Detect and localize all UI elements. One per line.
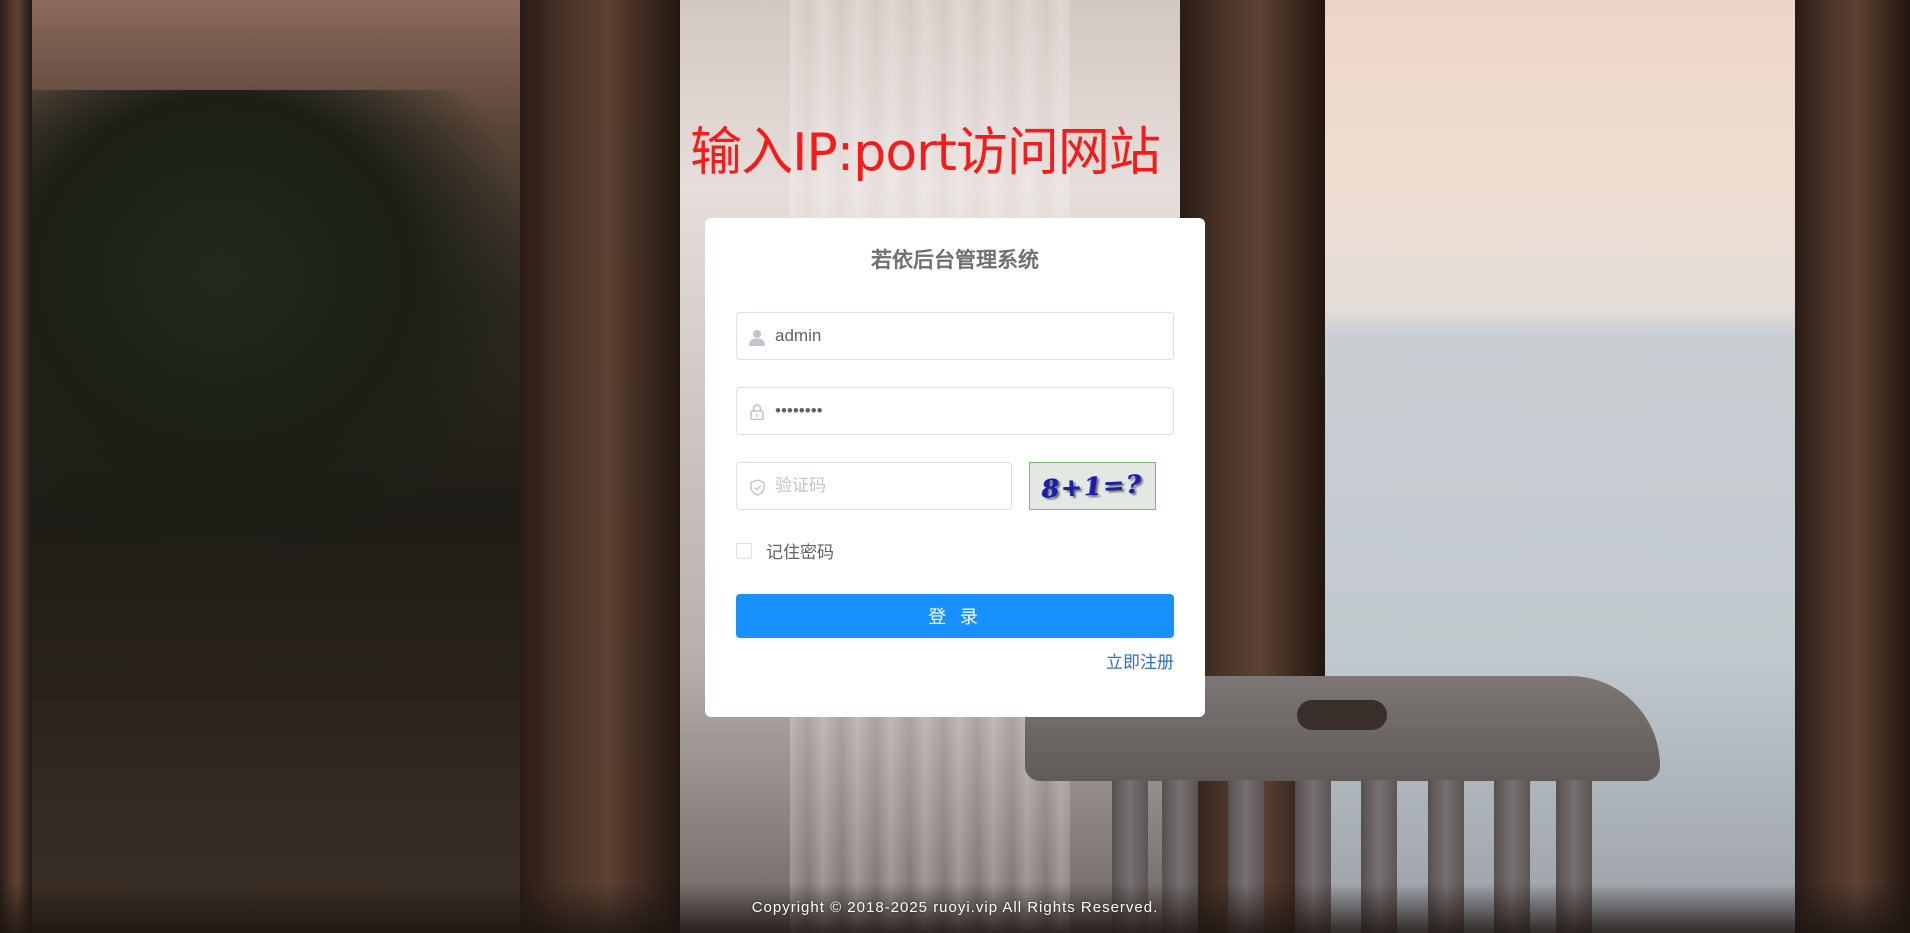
register-link[interactable]: 立即注册 [1106, 648, 1174, 673]
user-icon [747, 327, 767, 347]
captcha-input[interactable] [775, 463, 1001, 509]
username-field [736, 312, 1174, 360]
captcha-field [736, 462, 1012, 510]
remember-label: 记住密码 [766, 543, 834, 563]
bg-chair-handle [1297, 700, 1387, 730]
remember-password[interactable]: 记住密码 [736, 538, 834, 563]
login-form: 若依后台管理系统 admin 验证码 8+1=? 记住密码 登 录 立即注册 [705, 218, 1205, 717]
username-input[interactable] [775, 313, 1163, 359]
login-button[interactable]: 登 录 [736, 594, 1174, 638]
captcha-text: 8+1=? [1041, 468, 1144, 504]
login-page: 输入IP:port访问网站 若依后台管理系统 admin 验证码 8+1=? 记… [0, 0, 1910, 933]
form-title: 若依后台管理系统 [871, 248, 1039, 272]
password-field [736, 387, 1174, 435]
lock-icon [747, 402, 767, 422]
footer-copyright: Copyright © 2018-2025 ruoyi.vip All Righ… [751, 899, 1159, 916]
captcha-image[interactable]: 8+1=? [1029, 462, 1156, 510]
bg-table [0, 680, 520, 700]
remember-checkbox[interactable] [736, 542, 752, 559]
headline-text: 输入IP:port访问网站 [690, 123, 1161, 183]
password-input[interactable] [775, 388, 1163, 434]
shield-check-icon [747, 477, 767, 497]
